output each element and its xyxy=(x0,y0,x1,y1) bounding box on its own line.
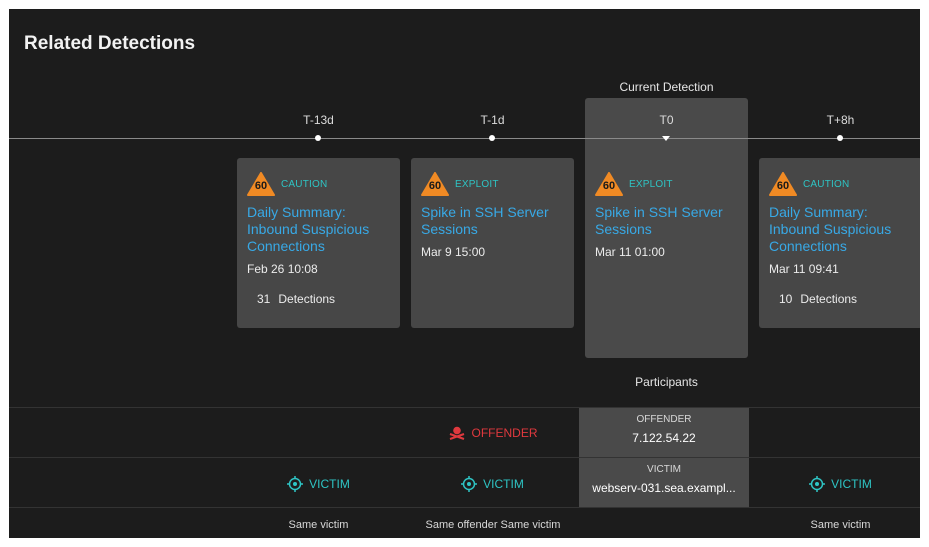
relation-note: Same victim xyxy=(810,519,871,531)
detection-category: EXPLOIT xyxy=(455,178,499,190)
tick-t-1d: T-1d xyxy=(480,113,505,127)
victim-role[interactable]: VICTIM xyxy=(411,476,574,492)
detection-time: Mar 11 09:41 xyxy=(769,262,839,276)
target-crosshair-icon xyxy=(461,476,478,492)
detection-category: CAUTION xyxy=(803,178,850,190)
current-marker-icon xyxy=(662,136,670,141)
detection-count-value: 10 xyxy=(779,292,793,306)
risk-score-badge: 60 xyxy=(247,172,275,196)
detection-card[interactable]: 60 EXPLOIT Spike in SSH Server Sessions … xyxy=(411,158,574,328)
timeline-dot[interactable] xyxy=(489,135,495,141)
victim-role[interactable]: VICTIM xyxy=(237,476,400,492)
tick-t-plus-8h: T+8h xyxy=(826,113,855,127)
victim-role-label: VICTIM xyxy=(309,477,350,491)
victim-value: webserv-031.sea.exampl... xyxy=(592,481,736,495)
timeline-axis xyxy=(9,138,920,139)
victim-role-label: VICTIM xyxy=(483,477,524,491)
tick-t-13d: T-13d xyxy=(303,113,334,127)
target-crosshair-icon xyxy=(287,476,304,492)
risk-score: 60 xyxy=(602,180,616,192)
row-divider xyxy=(9,457,920,458)
detection-category: CAUTION xyxy=(281,178,328,190)
relation-note: Same offender Same victim xyxy=(425,519,561,531)
detection-time: Feb 26 10:08 xyxy=(247,262,318,276)
detection-time: Mar 9 15:00 xyxy=(421,245,486,259)
related-detections-panel: Related Detections Current Detection T-1… xyxy=(9,9,920,538)
timeline-dot[interactable] xyxy=(837,135,843,141)
relation-note: Same victim xyxy=(288,519,349,531)
detection-title-link[interactable]: Daily Summary: Inbound Suspicious Connec… xyxy=(769,204,912,255)
detection-title-link[interactable]: Spike in SSH Server Sessions xyxy=(421,204,564,238)
panel-title: Related Detections xyxy=(24,33,196,54)
victim-label: VICTIM xyxy=(647,464,681,475)
detection-count-value: 31 xyxy=(257,292,271,306)
detection-time: Mar 11 01:00 xyxy=(595,245,665,259)
risk-score-badge: 60 xyxy=(421,172,449,196)
risk-score: 60 xyxy=(254,180,268,192)
participants-label: Participants xyxy=(635,375,698,389)
risk-score-badge: 60 xyxy=(769,172,797,196)
detection-count-label: Detections xyxy=(800,292,858,306)
offender-role[interactable]: OFFENDER xyxy=(411,426,574,440)
victim-role[interactable]: VICTIM xyxy=(759,476,920,492)
row-divider xyxy=(9,407,920,408)
risk-score: 60 xyxy=(776,180,790,192)
victim-role-label: VICTIM xyxy=(831,477,872,491)
detection-count[interactable]: 10 Detections xyxy=(769,292,912,306)
detection-count-label: Detections xyxy=(278,292,336,306)
detection-card[interactable]: 60 CAUTION Daily Summary: Inbound Suspic… xyxy=(237,158,400,328)
offender-label: OFFENDER xyxy=(636,414,692,425)
risk-score: 60 xyxy=(428,180,442,192)
current-detection-card[interactable]: 60 EXPLOIT Spike in SSH Server Sessions … xyxy=(585,158,748,328)
row-divider xyxy=(9,507,920,508)
current-detection-label: Current Detection xyxy=(619,80,714,94)
detection-card[interactable]: 60 CAUTION Daily Summary: Inbound Suspic… xyxy=(759,158,920,328)
offender-value: 7.122.54.22 xyxy=(632,431,696,445)
detection-title-link[interactable]: Daily Summary: Inbound Suspicious Connec… xyxy=(247,204,390,255)
risk-score-badge: 60 xyxy=(595,172,623,196)
detection-title-link[interactable]: Spike in SSH Server Sessions xyxy=(595,204,738,238)
tick-t0: T0 xyxy=(659,113,674,127)
offender-role-label: OFFENDER xyxy=(471,426,538,440)
current-offender-cell[interactable]: OFFENDER 7.122.54.22 xyxy=(579,408,749,457)
target-crosshair-icon xyxy=(809,476,826,492)
current-victim-cell[interactable]: VICTIM webserv-031.sea.exampl... xyxy=(579,458,749,507)
detection-category: EXPLOIT xyxy=(629,178,673,190)
skull-crossbones-icon xyxy=(449,426,464,440)
timeline-dot[interactable] xyxy=(315,135,321,141)
detection-count[interactable]: 31 Detections xyxy=(247,292,390,306)
